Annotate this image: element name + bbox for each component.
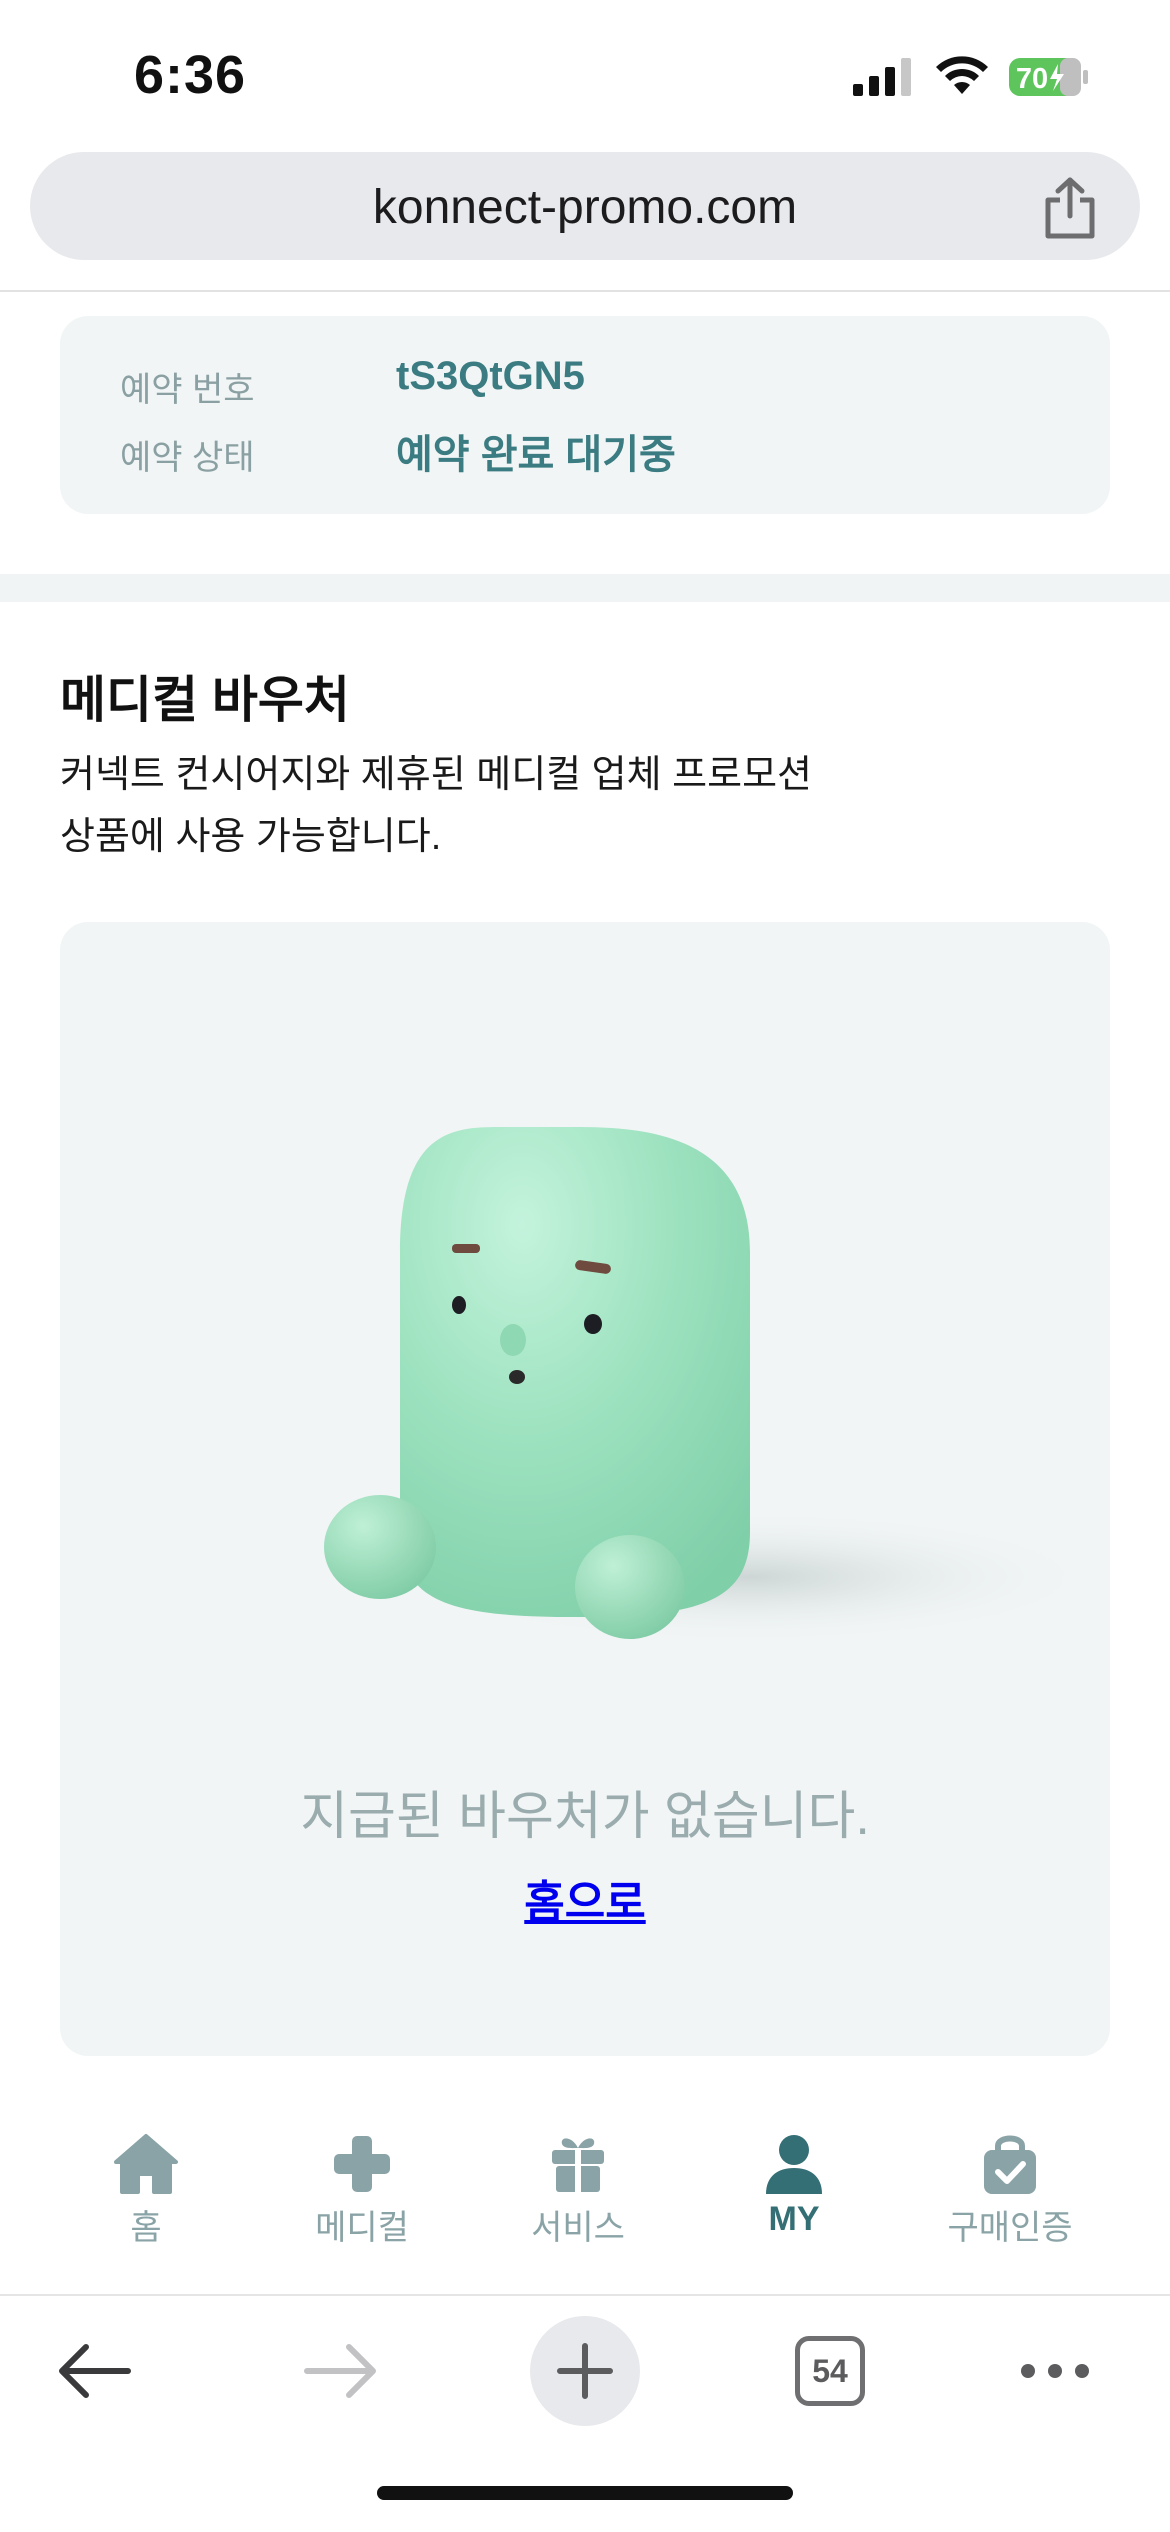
reservation-number-label: 예약 번호: [120, 371, 255, 409]
empty-voucher-message: 지급된 바우처가 없습니다.: [300, 1788, 870, 1846]
share-icon[interactable]: [1040, 176, 1100, 240]
more-dots-icon: [1021, 2364, 1089, 2378]
shopping-bag-check-icon: [984, 2135, 1036, 2194]
url-text[interactable]: konnect-promo.com: [30, 180, 1140, 235]
reservation-status-value: 예약 완료 대기중: [396, 433, 676, 477]
battery-icon: 70: [1009, 58, 1088, 96]
more-button[interactable]: [1000, 2316, 1110, 2426]
address-bar[interactable]: konnect-promo.com: [30, 152, 1140, 260]
status-bar: 6:36 70: [0, 0, 1170, 150]
tab-home[interactable]: 홈: [46, 2110, 246, 2280]
tabs-button[interactable]: 54: [775, 2316, 885, 2426]
plus-icon: [557, 2343, 613, 2399]
bottom-tab-bar: 홈 메디컬 서비스 MY 구매인증: [0, 2110, 1170, 2290]
tab-medical[interactable]: 메디컬: [262, 2110, 462, 2280]
new-tab-button[interactable]: [530, 2316, 640, 2426]
section-title: 메디컬 바우처: [60, 672, 350, 728]
divider: [0, 290, 1170, 292]
back-button[interactable]: [40, 2316, 150, 2426]
tab-my[interactable]: MY: [694, 2110, 894, 2280]
gift-icon: [552, 2138, 604, 2192]
forward-button[interactable]: [285, 2316, 395, 2426]
home-icon: [114, 2134, 178, 2194]
cellular-signal-icon: [853, 58, 911, 96]
reservation-number-value: tS3QtGN5: [396, 354, 585, 398]
arrow-left-icon: [59, 2344, 131, 2398]
voucher-empty-card: 지급된 바우처가 없습니다. 홈으로: [60, 922, 1110, 2056]
wifi-icon: [936, 56, 988, 94]
tab-label: 구매인증: [947, 2209, 1073, 2247]
reservation-status-label: 예약 상태: [120, 439, 255, 477]
section-divider: [0, 574, 1170, 602]
page: 6:36 70 konnect-promo.com 예약 번호 tS3QtGN5…: [0, 0, 1170, 2532]
go-home-link[interactable]: 홈으로: [60, 1866, 1110, 1930]
description-line: 커넥트 컨시어지와 제휴된 메디컬 업체 프로모션: [60, 754, 812, 796]
section-description: 커넥트 컨시어지와 제휴된 메디컬 업체 프로모션 상품에 사용 가능합니다.: [60, 744, 920, 868]
user-icon: [766, 2135, 822, 2194]
tab-service[interactable]: 서비스: [478, 2110, 678, 2280]
tab-label: 서비스: [531, 2209, 625, 2247]
mascot-illustration: [324, 1126, 1090, 1642]
arrow-right-icon: [304, 2344, 376, 2398]
reservation-card: 예약 번호 tS3QtGN5 예약 상태 예약 완료 대기중: [60, 316, 1110, 514]
tab-purchase-verification[interactable]: 구매인증: [910, 2110, 1110, 2280]
medical-cross-icon: [334, 2136, 390, 2192]
home-indicator[interactable]: [377, 2486, 793, 2500]
tab-label: MY: [768, 2200, 820, 2238]
status-time: 6:36: [134, 45, 247, 105]
tab-label: 홈: [130, 2209, 162, 2247]
battery-level: 70: [1016, 63, 1048, 95]
description-line: 상품에 사용 가능합니다.: [60, 816, 442, 858]
tab-label: 메디컬: [315, 2209, 409, 2247]
tab-count: 54: [795, 2336, 865, 2406]
